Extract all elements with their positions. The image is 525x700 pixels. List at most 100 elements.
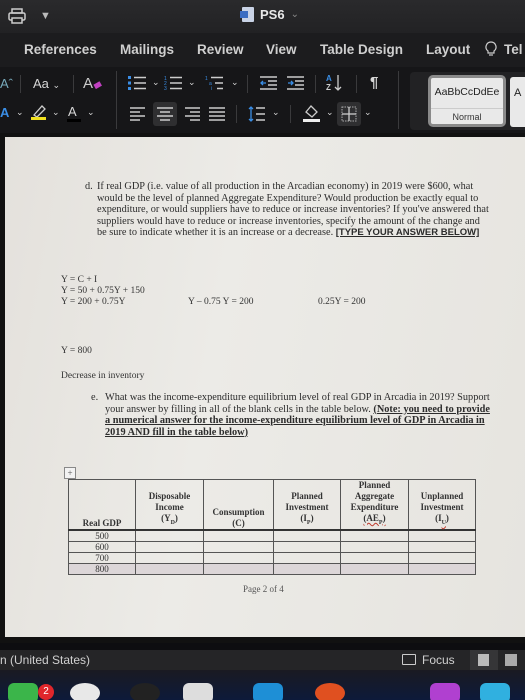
- answer-eq3: Y = 200 + 0.75Y: [61, 297, 126, 307]
- header-real-gdp-text: Real GDP: [82, 517, 122, 528]
- line-spacing-icon[interactable]: [248, 105, 266, 123]
- tab-references[interactable]: References: [24, 42, 97, 57]
- table-move-handle[interactable]: +: [64, 467, 76, 479]
- multilevel-dropdown[interactable]: ⌄: [231, 77, 239, 88]
- document-title[interactable]: PS6 ⌄: [240, 7, 299, 22]
- cell-iu[interactable]: [408, 540, 476, 553]
- cell-c[interactable]: [203, 529, 274, 542]
- highlight-dropdown[interactable]: ⌄: [52, 107, 60, 118]
- font-color-dropdown[interactable]: ⌄: [87, 107, 95, 118]
- cell-aep[interactable]: [340, 562, 409, 575]
- cell-iu[interactable]: [408, 529, 476, 542]
- dock-app-icon[interactable]: [183, 683, 213, 700]
- dock-app-icon[interactable]: [430, 683, 460, 700]
- question-e-text: What was the income-expenditure equilibr…: [105, 392, 491, 438]
- cell-c[interactable]: [203, 540, 274, 553]
- cell-ip[interactable]: [273, 562, 341, 575]
- font-color-button[interactable]: A: [68, 104, 77, 119]
- table-row: 800: [68, 562, 476, 575]
- cell-gdp[interactable]: 500: [68, 529, 136, 542]
- svg-text:1: 1: [205, 76, 208, 82]
- h3-l1: Planned: [291, 491, 323, 501]
- cell-gdp[interactable]: 600: [68, 540, 136, 553]
- header-planned-investment: Planned Investment (IP): [273, 478, 341, 531]
- dock-app-icon[interactable]: [70, 683, 100, 700]
- style-next-sample: A: [514, 87, 522, 99]
- cell-yd[interactable]: [135, 562, 204, 575]
- cell-iu[interactable]: [408, 562, 476, 575]
- borders-icon: [341, 106, 357, 122]
- print-icon[interactable]: [8, 8, 26, 24]
- lightbulb-icon[interactable]: [485, 41, 497, 57]
- notification-badge: 2: [38, 684, 54, 700]
- change-case-label: Aa: [33, 76, 49, 91]
- shading-icon[interactable]: [302, 103, 322, 123]
- cell-yd[interactable]: [135, 529, 204, 542]
- grow-font-icon[interactable]: Aˆ: [0, 76, 13, 91]
- increase-indent-icon[interactable]: [287, 75, 305, 91]
- style-normal[interactable]: AaBbCcDdEe Normal: [428, 75, 506, 127]
- tab-layout[interactable]: Layout: [426, 42, 470, 57]
- dock-app-icon[interactable]: [130, 683, 160, 700]
- clear-formatting-icon[interactable]: A: [83, 73, 103, 93]
- focus-icon[interactable]: [402, 654, 416, 665]
- highlight-icon[interactable]: [30, 103, 48, 121]
- tab-tell-me[interactable]: Tel: [504, 42, 523, 57]
- text-effects-dropdown[interactable]: ⌄: [16, 107, 24, 118]
- cell-ip[interactable]: [273, 529, 341, 542]
- cell-c[interactable]: [203, 551, 274, 564]
- align-right-icon[interactable]: [184, 107, 200, 121]
- tab-review[interactable]: Review: [197, 42, 244, 57]
- bullets-dropdown[interactable]: ⌄: [152, 77, 160, 88]
- line-spacing-dropdown[interactable]: ⌄: [272, 107, 280, 118]
- cell-aep[interactable]: [340, 540, 409, 553]
- print-layout-view-button[interactable]: [470, 650, 498, 670]
- numbering-dropdown[interactable]: ⌄: [188, 77, 196, 88]
- dock-app-icon[interactable]: [253, 683, 283, 700]
- document-page[interactable]: d. If real GDP (i.e. value of all produc…: [5, 137, 525, 637]
- cell-aep[interactable]: [340, 529, 409, 542]
- multilevel-list-icon[interactable]: 1ai: [205, 75, 225, 91]
- change-case-button[interactable]: Aa ⌄: [33, 76, 60, 91]
- chevron-down-icon[interactable]: ⌄: [291, 9, 299, 20]
- dock-app-icon[interactable]: [480, 683, 510, 700]
- document-area: d. If real GDP (i.e. value of all produc…: [0, 133, 525, 643]
- header-consumption: Consumption (C): [203, 478, 274, 531]
- align-center-button[interactable]: [153, 102, 177, 126]
- cell-yd[interactable]: [135, 551, 204, 564]
- cell-ip[interactable]: [273, 551, 341, 564]
- language-status[interactable]: n (United States): [0, 653, 90, 667]
- borders-dropdown[interactable]: ⌄: [364, 107, 372, 118]
- justify-icon[interactable]: [209, 107, 225, 121]
- align-left-icon[interactable]: [130, 107, 146, 121]
- word-doc-icon: [240, 7, 254, 22]
- tab-mailings[interactable]: Mailings: [120, 42, 174, 57]
- tab-table-design[interactable]: Table Design: [320, 42, 403, 57]
- messages-app-icon[interactable]: [8, 683, 38, 700]
- decrease-indent-icon[interactable]: [260, 75, 278, 91]
- show-formatting-marks-icon[interactable]: ¶: [370, 74, 378, 91]
- borders-button[interactable]: [337, 102, 361, 126]
- cell-c[interactable]: [203, 562, 274, 575]
- sort-icon[interactable]: AZ: [326, 73, 344, 93]
- cell-aep[interactable]: [340, 551, 409, 564]
- cell-yd[interactable]: [135, 540, 204, 553]
- tab-view[interactable]: View: [266, 42, 297, 57]
- dock-app-icon[interactable]: [315, 683, 345, 700]
- h5-l2: Investment: [420, 502, 464, 512]
- numbering-icon[interactable]: 123: [164, 75, 184, 91]
- customize-quick-access-icon[interactable]: ▼: [40, 10, 51, 22]
- cell-iu[interactable]: [408, 551, 476, 564]
- text-effects-icon[interactable]: A: [0, 105, 9, 120]
- bullets-icon[interactable]: [128, 75, 148, 91]
- cell-ip[interactable]: [273, 540, 341, 553]
- h1-close: ): [174, 513, 178, 523]
- shading-dropdown[interactable]: ⌄: [326, 107, 334, 118]
- style-sample: AaBbCcDdEe: [434, 86, 500, 98]
- web-layout-view-icon[interactable]: [505, 654, 517, 666]
- focus-button[interactable]: Focus: [422, 653, 455, 667]
- style-next[interactable]: A: [510, 77, 525, 127]
- cell-gdp[interactable]: 800: [68, 562, 136, 575]
- cell-gdp[interactable]: 700: [68, 551, 136, 564]
- svg-text:i: i: [211, 86, 212, 91]
